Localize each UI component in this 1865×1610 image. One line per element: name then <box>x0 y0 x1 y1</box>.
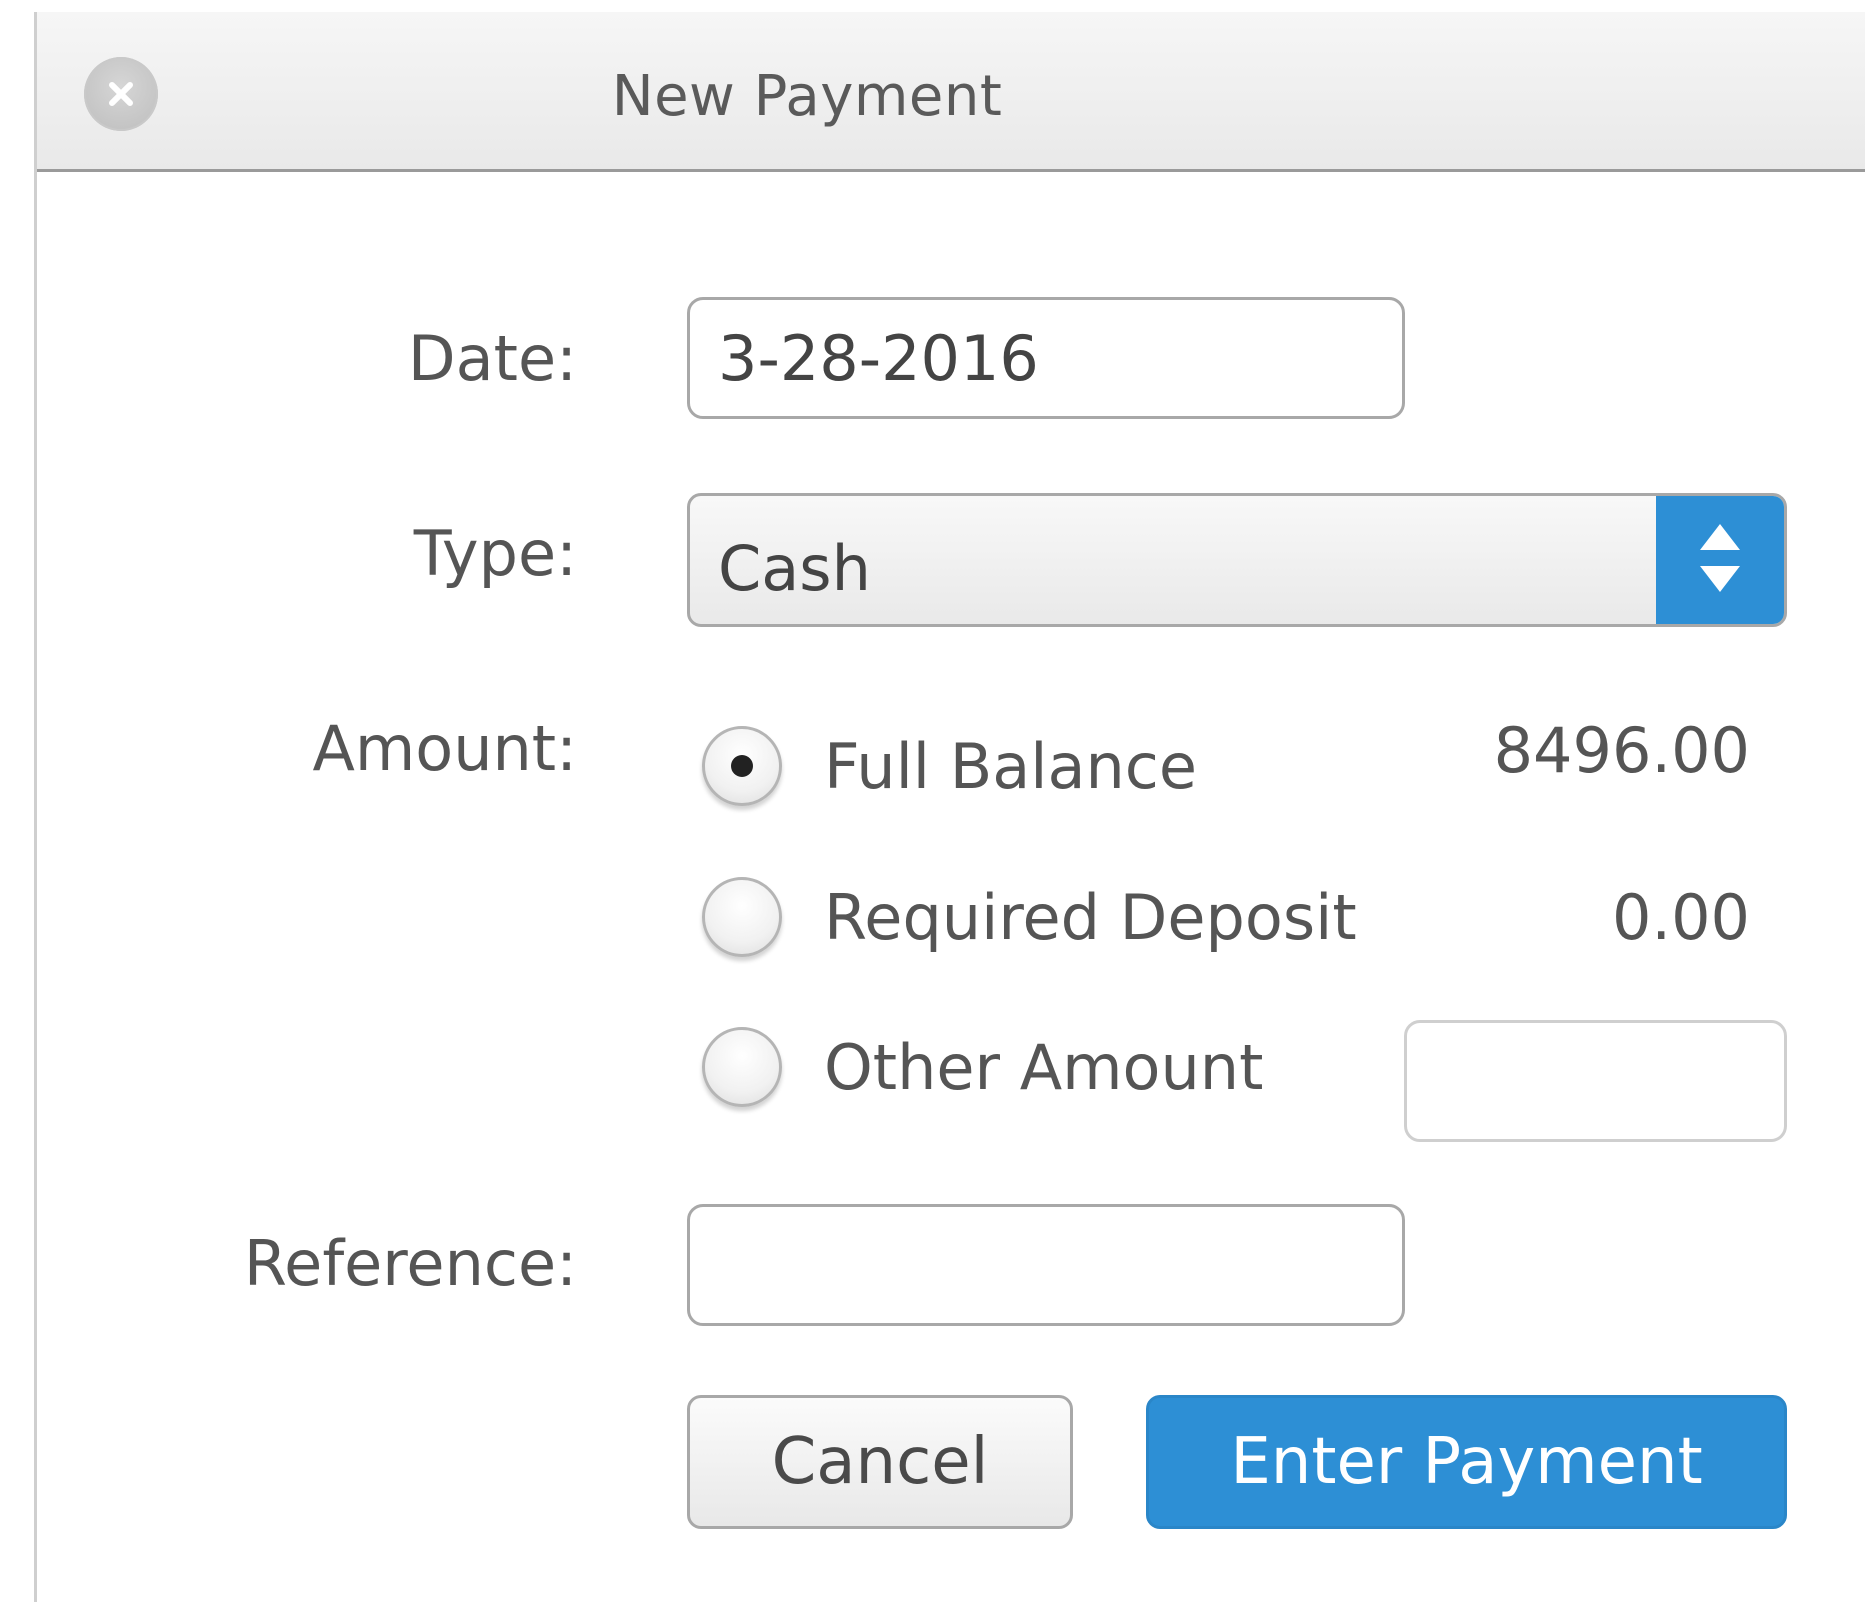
radio-button[interactable] <box>702 1027 782 1107</box>
full-balance-label: Full Balance <box>824 729 1197 803</box>
date-label: Date: <box>407 322 577 395</box>
amount-label: Amount: <box>312 712 577 785</box>
radio-button-selected[interactable] <box>702 726 782 806</box>
type-select[interactable]: Cash <box>687 493 1787 627</box>
other-amount-field[interactable] <box>1404 1020 1787 1142</box>
other-amount-label: Other Amount <box>824 1030 1264 1104</box>
radio-full-balance[interactable]: Full Balance <box>702 721 1197 811</box>
reference-label: Reference: <box>243 1227 577 1300</box>
full-balance-value: 8496.00 <box>1493 714 1750 787</box>
required-deposit-value: 0.00 <box>1611 881 1750 954</box>
type-select-arrow[interactable] <box>1656 496 1784 624</box>
window-title: New Payment <box>611 64 1003 129</box>
type-label: Type: <box>413 517 577 590</box>
radio-required-deposit[interactable]: Required Deposit <box>702 872 1357 962</box>
new-payment-dialog: New Payment Date: Type: Cash Amount: Ful… <box>34 12 1865 1602</box>
up-down-arrows-icon <box>1695 518 1745 602</box>
radio-button[interactable] <box>702 877 782 957</box>
enter-payment-button[interactable]: Enter Payment <box>1146 1395 1787 1529</box>
radio-dot <box>731 755 753 777</box>
title-bar: New Payment <box>37 12 1865 172</box>
cancel-button[interactable]: Cancel <box>687 1395 1073 1529</box>
date-field[interactable] <box>687 297 1405 419</box>
reference-field[interactable] <box>687 1204 1405 1326</box>
required-deposit-label: Required Deposit <box>824 880 1357 954</box>
radio-other-amount[interactable]: Other Amount <box>702 1022 1263 1112</box>
type-select-value: Cash <box>718 532 871 605</box>
